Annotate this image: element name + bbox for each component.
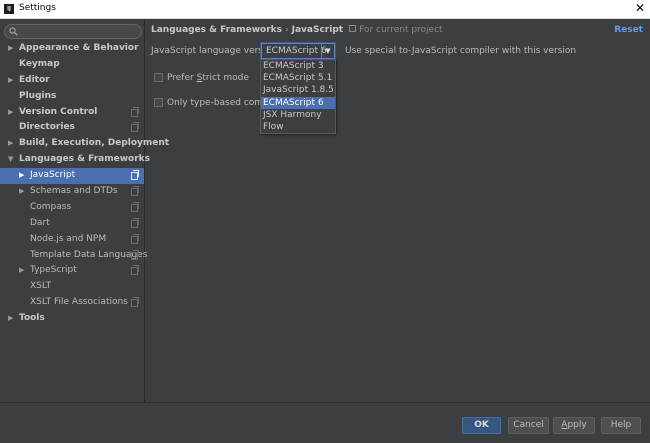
sidebar-item-plugins[interactable]: Plugins (0, 89, 144, 105)
language-option[interactable]: ECMAScript 5.1 (261, 72, 335, 84)
apply-button[interactable]: Apply (553, 417, 595, 434)
language-version-select[interactable]: ECMAScript 6 ▼ (261, 43, 335, 59)
ok-button[interactable]: OK (462, 417, 501, 434)
sidebar-item-label: Plugins (19, 90, 57, 101)
cancel-button[interactable]: Cancel (508, 417, 549, 434)
sidebar-item-label: Directories (19, 122, 75, 133)
project-settings-icon (131, 217, 139, 228)
sidebar-item-label: Appearance & Behavior (19, 43, 139, 53)
project-settings-icon (131, 186, 139, 197)
prefer-strict-label: Prefer Strict mode (167, 73, 249, 83)
collapsed-arrow-icon[interactable]: ▶ (8, 136, 13, 152)
type-based-completion-checkbox[interactable] (154, 98, 163, 107)
language-option[interactable]: Flow (261, 121, 335, 133)
project-settings-icon (131, 122, 139, 133)
reset-link[interactable]: Reset (614, 25, 643, 35)
sidebar-item-directories[interactable]: Directories (0, 120, 144, 136)
sidebar-item-label: Tools (19, 313, 45, 324)
breadcrumb-parent: Languages & Frameworks (151, 25, 283, 35)
breadcrumb: Languages & Frameworks › JavaScript For cur… (151, 25, 443, 35)
sidebar-item-label: Keymap (19, 58, 60, 69)
prefer-strict-checkbox[interactable] (154, 73, 163, 82)
project-settings-icon (131, 233, 139, 244)
sidebar-item-tools[interactable]: ▶ Tools (0, 311, 144, 327)
language-option[interactable]: JavaScript 1.8.5 (261, 84, 335, 96)
sidebar-item-label: Compass (30, 201, 72, 212)
project-settings-icon (131, 106, 139, 117)
prefer-strict-suffix: trict mode (202, 73, 249, 83)
project-settings-icon (131, 201, 139, 212)
sidebar-item-languages-frameworks[interactable]: ▼ Languages & Frameworks (0, 152, 150, 168)
sidebar-item-label: Version Control (19, 106, 98, 117)
collapsed-arrow-icon[interactable]: ▶ (19, 184, 24, 200)
title-bar: IJ Settings ✕ (0, 0, 650, 19)
sidebar-item-label: Node.js and NPM (30, 233, 107, 244)
sidebar-item-version-control[interactable]: ▶ Version Control (0, 105, 144, 121)
language-version-label: JavaScript language version (151, 46, 277, 56)
breadcrumb-current: JavaScript (291, 25, 344, 35)
collapsed-arrow-icon[interactable]: ▶ (19, 263, 24, 279)
collapsed-arrow-icon[interactable]: ▶ (19, 168, 24, 184)
sidebar-item-label: Schemas and DTDs (30, 186, 118, 197)
project-settings-icon (131, 170, 139, 181)
project-scope-icon (349, 25, 357, 32)
expanded-arrow-icon[interactable]: ▼ (8, 152, 13, 168)
language-option[interactable]: JSX Harmony (261, 109, 335, 121)
language-option[interactable]: ECMAScript 6 (261, 96, 335, 109)
project-settings-icon (131, 297, 139, 308)
close-button[interactable]: ✕ (635, 1, 645, 15)
collapsed-arrow-icon[interactable]: ▶ (8, 73, 13, 89)
settings-tree: ▶ Appearance & Behavior Keymap ▶ Editor Plugi… (0, 41, 169, 327)
sidebar-item-label: Dart (30, 217, 50, 228)
settings-sidebar: ▶ Appearance & Behavior Keymap ▶ Editor Plugi… (0, 19, 169, 402)
apply-label-rest: pply (567, 420, 587, 430)
sidebar-item-label: TypeScript (30, 265, 77, 276)
sidebar-item-editor[interactable]: ▶ Editor (0, 73, 144, 89)
search-icon (9, 27, 18, 36)
sidebar-item-compass[interactable]: Compass (0, 200, 144, 216)
sidebar-item-xslt[interactable]: XSLT (0, 279, 144, 295)
sidebar-item-label: XSLT (30, 281, 52, 292)
sidebar-item-node-js-and-npm[interactable]: Node.js and NPM (0, 232, 144, 248)
project-settings-icon (131, 265, 139, 276)
project-settings-icon (131, 249, 139, 260)
sidebar-item-template-data-languages[interactable]: Template Data Languages (0, 248, 148, 264)
language-option[interactable]: ECMAScript 3 (261, 60, 335, 72)
language-version-hint: Use special to-JavaScript compiler with … (345, 46, 577, 56)
help-button[interactable]: Help (601, 417, 641, 434)
search-input[interactable] (4, 24, 142, 39)
sidebar-item-xslt-file-associations[interactable]: XSLT File Associations (0, 295, 144, 311)
sidebar-item-javascript[interactable]: ▶ JavaScript (0, 168, 144, 185)
sidebar-item-label: JavaScript (30, 170, 76, 181)
window-title: Settings (19, 3, 56, 13)
breadcrumb-separator: › (285, 25, 289, 35)
collapsed-arrow-icon[interactable]: ▶ (8, 41, 13, 57)
chevron-down-icon[interactable]: ▼ (321, 44, 334, 58)
language-version-value: ECMAScript 6 (266, 46, 327, 56)
scope-label: For current project (349, 25, 443, 35)
dialog-footer: OK Cancel Apply Help (0, 402, 650, 443)
scope-text: For current project (359, 25, 443, 35)
settings-content: Languages & Frameworks › JavaScript For cur… (145, 19, 650, 402)
sidebar-item-build-execution-deployment[interactable]: ▶ Build, Execution, Deployment (0, 136, 169, 152)
sidebar-item-label: XSLT File Associations (30, 297, 128, 308)
sidebar-item-label: Editor (19, 74, 50, 85)
sidebar-item-label: Template Data Languages (30, 249, 148, 260)
sidebar-item-schemas-and-dtds[interactable]: ▶ Schemas and DTDs (0, 184, 144, 200)
sidebar-item-appearance-behavior[interactable]: ▶ Appearance & Behavior (0, 41, 144, 57)
prefer-strict-prefix: Prefer (167, 73, 197, 83)
sidebar-item-keymap[interactable]: Keymap (0, 57, 144, 73)
sidebar-item-label: Languages & Frameworks (19, 154, 151, 165)
app-logo-icon: IJ (4, 4, 14, 14)
collapsed-arrow-icon[interactable]: ▶ (8, 105, 13, 121)
collapsed-arrow-icon[interactable]: ▶ (8, 311, 13, 327)
language-version-dropdown: ECMAScript 3 ECMAScript 5.1 JavaScript 1.8… (260, 59, 336, 135)
sidebar-item-dart[interactable]: Dart (0, 216, 144, 232)
sidebar-item-typescript[interactable]: ▶ TypeScript (0, 263, 144, 279)
